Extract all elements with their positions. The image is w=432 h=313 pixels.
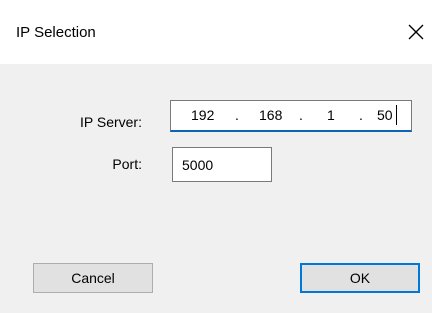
ip-selection-dialog: IP Selection IP Server: 192 . 168 . 1 . …	[0, 0, 432, 313]
title-bar: IP Selection	[0, 0, 432, 64]
ip-octet-1[interactable]: 192	[191, 107, 214, 123]
port-field-box[interactable]	[172, 147, 272, 182]
window-title: IP Selection	[16, 24, 96, 41]
cancel-button[interactable]: Cancel	[33, 263, 153, 293]
close-icon	[408, 24, 424, 40]
ip-server-label: IP Server:	[80, 114, 142, 130]
ip-separator-2: .	[299, 107, 303, 123]
port-label: Port:	[112, 156, 142, 172]
ip-address-field[interactable]: 192 . 168 . 1 . 50	[170, 100, 412, 132]
close-button[interactable]	[404, 20, 428, 44]
ip-separator-1: .	[235, 107, 239, 123]
text-caret	[396, 105, 397, 125]
ip-octet-4[interactable]: 50	[377, 107, 393, 123]
ok-button[interactable]: OK	[300, 263, 420, 293]
ip-octet-3[interactable]: 1	[327, 107, 335, 123]
ip-separator-3: .	[359, 107, 363, 123]
ip-octet-2[interactable]: 168	[259, 107, 282, 123]
port-input[interactable]	[173, 148, 271, 181]
